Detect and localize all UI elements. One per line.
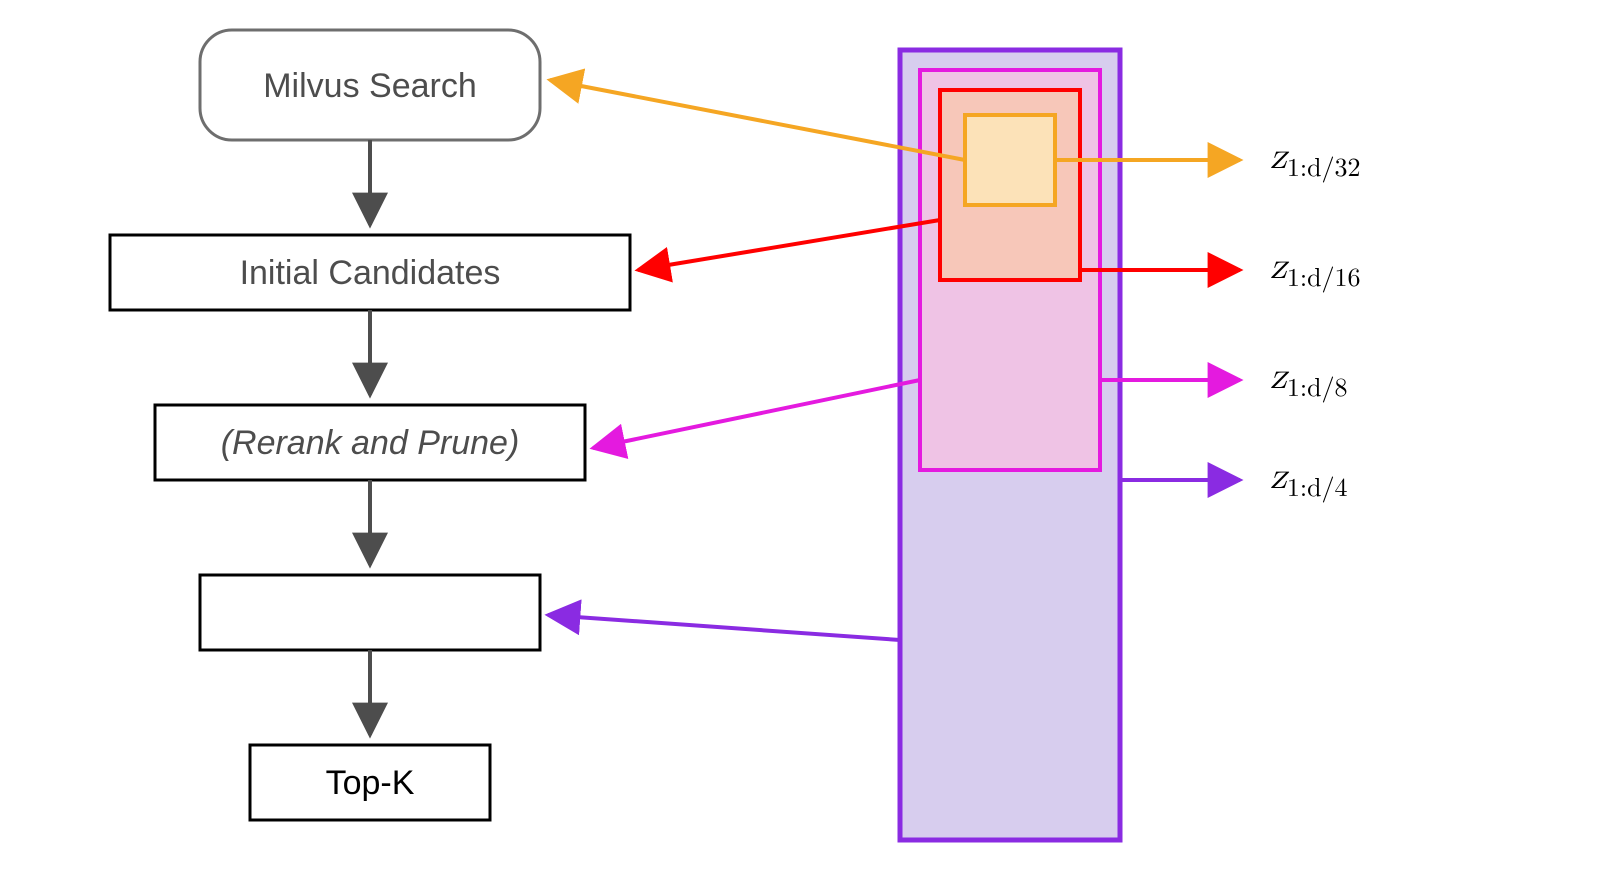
flow-node-topk-label: Top-K [326,764,415,802]
embedding-label-d32: z1:d/32 [1270,138,1361,182]
flow-node-initial-candidates: Initial Candidates [110,235,630,310]
flow-node-rerank-prune: (Rerank and Prune) [155,405,585,480]
flow-node-milvus-search-label: Milvus Search [263,67,477,105]
embedding-box-d32 [965,115,1055,205]
connector-d4-to-empty [548,615,900,640]
connector-d8-to-rerank [593,380,920,448]
flow-node-initial-candidates-label: Initial Candidates [240,254,501,292]
flow-node-empty [200,575,540,650]
embedding-label-d16: z1:d/16 [1270,248,1361,292]
connector-d16-to-candidates [638,220,940,270]
embedding-label-d4: z1:d/4 [1270,458,1348,502]
embedding-label-d8: z1:d/8 [1270,358,1348,402]
flow-node-rerank-prune-label: (Rerank and Prune) [221,424,520,462]
diagram-canvas: Milvus Search Initial Candidates (Rerank… [0,0,1600,892]
flow-node-milvus-search: Milvus Search [200,30,540,140]
flow-node-topk: Top-K [250,745,490,820]
